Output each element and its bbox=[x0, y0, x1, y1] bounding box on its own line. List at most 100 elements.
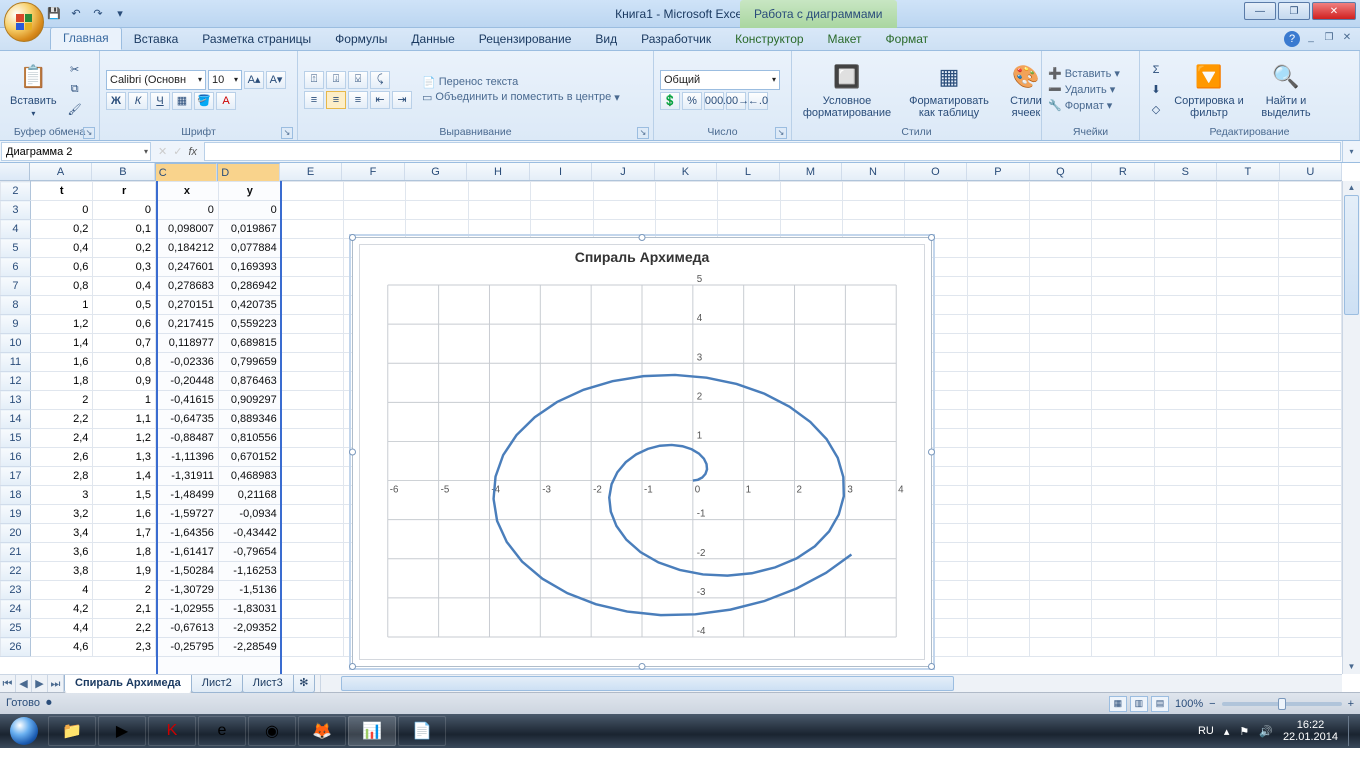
cell[interactable]: 1,8 bbox=[93, 543, 156, 562]
cell[interactable] bbox=[1154, 600, 1216, 619]
cell[interactable] bbox=[1092, 581, 1154, 600]
cell[interactable] bbox=[1217, 448, 1279, 467]
cell[interactable] bbox=[1279, 277, 1342, 296]
align-left-icon[interactable]: ≡ bbox=[304, 91, 324, 109]
row-header[interactable]: 13 bbox=[1, 391, 31, 410]
cell[interactable] bbox=[1217, 258, 1279, 277]
cell[interactable] bbox=[1030, 562, 1092, 581]
cell[interactable]: 1,8 bbox=[30, 372, 93, 391]
cell[interactable]: 0,2 bbox=[93, 239, 156, 258]
cell[interactable]: -1,48499 bbox=[155, 486, 218, 505]
taskbar-app-kaspersky[interactable]: K bbox=[148, 716, 196, 746]
cell[interactable]: 2,1 bbox=[93, 600, 156, 619]
cell[interactable] bbox=[718, 201, 780, 220]
cell[interactable] bbox=[967, 315, 1029, 334]
cell[interactable]: 2 bbox=[30, 391, 93, 410]
cell[interactable]: 0,217415 bbox=[155, 315, 218, 334]
cell[interactable] bbox=[1154, 543, 1216, 562]
cell[interactable]: 0,4 bbox=[93, 277, 156, 296]
italic-button[interactable]: К bbox=[128, 92, 148, 110]
cell[interactable]: 0,9 bbox=[93, 372, 156, 391]
cell[interactable] bbox=[1154, 220, 1216, 239]
cut-icon[interactable]: ✂ bbox=[65, 61, 85, 79]
cell[interactable]: 1,6 bbox=[93, 505, 156, 524]
cell[interactable]: 3,4 bbox=[30, 524, 93, 543]
cell[interactable]: 2,6 bbox=[30, 448, 93, 467]
cell[interactable] bbox=[281, 334, 343, 353]
borders-button[interactable]: ▦ bbox=[172, 92, 192, 110]
chart-title[interactable]: Спираль Архимеда bbox=[360, 245, 924, 269]
cell[interactable]: 0,799659 bbox=[218, 353, 281, 372]
cell[interactable] bbox=[1217, 505, 1279, 524]
column-header-T[interactable]: T bbox=[1217, 163, 1279, 180]
cell[interactable] bbox=[1217, 638, 1279, 657]
cell[interactable]: 0,278683 bbox=[155, 277, 218, 296]
cell[interactable] bbox=[1279, 353, 1342, 372]
cell[interactable] bbox=[1217, 410, 1279, 429]
minimize-button[interactable]: — bbox=[1244, 2, 1276, 20]
cell[interactable] bbox=[967, 486, 1029, 505]
cell[interactable] bbox=[281, 505, 343, 524]
cell[interactable]: 1,5 bbox=[93, 486, 156, 505]
cell[interactable] bbox=[718, 220, 780, 239]
column-header-M[interactable]: M bbox=[780, 163, 842, 180]
cell[interactable] bbox=[1092, 600, 1154, 619]
cell[interactable] bbox=[1030, 201, 1092, 220]
format-cells-button[interactable]: 🔧Формат ▾ bbox=[1048, 99, 1133, 112]
row-header[interactable]: 5 bbox=[1, 239, 31, 258]
cell[interactable] bbox=[1154, 391, 1216, 410]
cell[interactable]: -0,64735 bbox=[155, 410, 218, 429]
resize-handle[interactable] bbox=[928, 449, 935, 456]
cell[interactable] bbox=[967, 239, 1029, 258]
tab-chart-format[interactable]: Формат bbox=[874, 29, 941, 50]
cell[interactable]: 0,2 bbox=[30, 220, 93, 239]
cell[interactable]: 0,889346 bbox=[218, 410, 281, 429]
row-header[interactable]: 15 bbox=[1, 429, 31, 448]
tray-show-hidden-icon[interactable]: ▴ bbox=[1224, 725, 1230, 738]
row-header[interactable]: 22 bbox=[1, 562, 31, 581]
column-header-B[interactable]: B bbox=[92, 163, 154, 180]
horizontal-scrollbar[interactable] bbox=[320, 675, 1342, 692]
tab-chart-layout[interactable]: Макет bbox=[816, 29, 874, 50]
cell[interactable] bbox=[1154, 372, 1216, 391]
mdi-close[interactable]: ✕ bbox=[1340, 32, 1354, 43]
cell[interactable]: 0 bbox=[218, 201, 281, 220]
cell[interactable] bbox=[281, 220, 343, 239]
cell[interactable] bbox=[1030, 220, 1092, 239]
cell[interactable] bbox=[1154, 467, 1216, 486]
fill-icon[interactable]: ⬇ bbox=[1146, 81, 1166, 99]
cell[interactable] bbox=[1092, 239, 1154, 258]
wrap-text-button[interactable]: 📄Перенос текста bbox=[422, 76, 620, 89]
row-header[interactable]: 6 bbox=[1, 258, 31, 277]
cell[interactable] bbox=[1030, 543, 1092, 562]
cell[interactable] bbox=[1154, 258, 1216, 277]
cell[interactable] bbox=[1279, 429, 1342, 448]
cell[interactable]: 0,169393 bbox=[218, 258, 281, 277]
cell[interactable] bbox=[1154, 410, 1216, 429]
merge-center-button[interactable]: ▭Объединить и поместить в центре ▾ bbox=[422, 91, 620, 104]
taskbar-app-word[interactable]: 📄 bbox=[398, 716, 446, 746]
increase-decimal-icon[interactable]: .00→ bbox=[726, 92, 746, 110]
cell[interactable] bbox=[531, 182, 593, 201]
cell[interactable] bbox=[281, 638, 343, 657]
cell[interactable] bbox=[967, 581, 1029, 600]
tab-insert[interactable]: Вставка bbox=[122, 29, 191, 50]
help-icon[interactable]: ? bbox=[1284, 31, 1300, 47]
cell[interactable] bbox=[905, 201, 967, 220]
cell[interactable]: 1,7 bbox=[93, 524, 156, 543]
row-header[interactable]: 17 bbox=[1, 467, 31, 486]
cell[interactable] bbox=[967, 391, 1029, 410]
cell[interactable] bbox=[281, 372, 343, 391]
cell[interactable]: 1,6 bbox=[30, 353, 93, 372]
cell[interactable] bbox=[1030, 258, 1092, 277]
cell[interactable] bbox=[967, 182, 1029, 201]
cell[interactable] bbox=[1217, 353, 1279, 372]
resize-handle[interactable] bbox=[349, 663, 356, 670]
cell[interactable]: -0,43442 bbox=[218, 524, 281, 543]
cell[interactable] bbox=[1217, 619, 1279, 638]
cell[interactable] bbox=[1154, 429, 1216, 448]
cell[interactable]: 0,876463 bbox=[218, 372, 281, 391]
cell[interactable]: 0,670152 bbox=[218, 448, 281, 467]
percent-format-icon[interactable]: % bbox=[682, 92, 702, 110]
cell[interactable] bbox=[1030, 315, 1092, 334]
